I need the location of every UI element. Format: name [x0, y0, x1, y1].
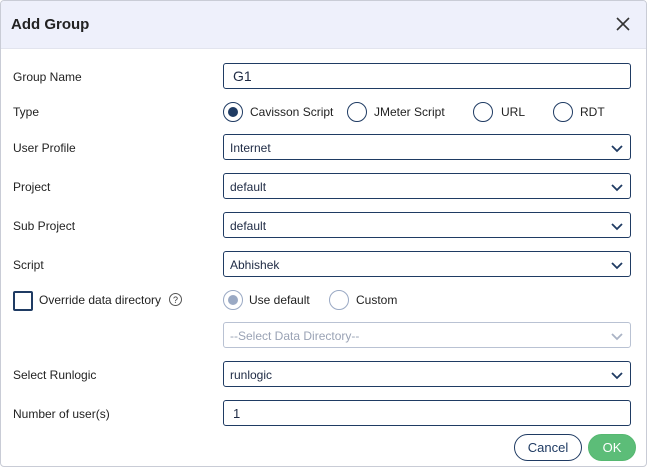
project-label: Project	[13, 180, 51, 194]
sub-project-label: Sub Project	[13, 219, 76, 233]
data-directory-placeholder: --Select Data Directory--	[230, 329, 360, 343]
project-value: default	[230, 180, 267, 194]
use-default-radio[interactable]	[223, 290, 243, 310]
group-name-input[interactable]	[223, 63, 631, 89]
user-profile-select[interactable]: Internet	[223, 134, 631, 160]
project-select[interactable]: default	[223, 173, 631, 199]
type-option-cavisson-label: Cavisson Script	[250, 105, 334, 119]
chevron-down-icon	[611, 372, 623, 380]
type-option-jmeter-label: JMeter Script	[374, 105, 445, 119]
num-users-label: Number of user(s)	[13, 407, 110, 421]
group-name-label: Group Name	[13, 70, 82, 84]
type-radio-jmeter[interactable]	[347, 102, 367, 122]
dialog-header: Add Group	[1, 1, 646, 49]
sub-project-value: default	[230, 219, 267, 233]
add-group-dialog: Add Group Group Name Type Cavisson Scrip…	[0, 0, 647, 467]
user-profile-value: Internet	[230, 141, 271, 155]
cancel-button[interactable]: Cancel	[514, 434, 582, 461]
type-option-url-label: URL	[501, 105, 526, 119]
type-option-rdt-label: RDT	[580, 105, 605, 119]
use-default-label: Use default	[249, 293, 310, 307]
chevron-down-icon	[611, 262, 623, 270]
runlogic-value: runlogic	[230, 368, 273, 382]
override-radio-group: Use default Custom	[1, 290, 646, 312]
runlogic-select[interactable]: runlogic	[223, 361, 631, 387]
chevron-down-icon	[611, 184, 623, 192]
script-label: Script	[13, 258, 44, 272]
type-radio-rdt[interactable]	[553, 102, 573, 122]
chevron-down-icon	[611, 223, 623, 231]
type-radio-group: Cavisson Script JMeter Script URL RDT	[1, 102, 646, 124]
ok-button[interactable]: OK	[588, 434, 636, 461]
user-profile-label: User Profile	[13, 141, 76, 155]
data-directory-select[interactable]: --Select Data Directory--	[223, 322, 631, 348]
sub-project-select[interactable]: default	[223, 212, 631, 238]
script-value: Abhishek	[230, 258, 280, 272]
dialog-title: Add Group	[11, 16, 90, 33]
chevron-down-icon	[611, 333, 623, 341]
script-select[interactable]: Abhishek	[223, 251, 631, 277]
type-radio-cavisson[interactable]	[223, 102, 243, 122]
chevron-down-icon	[611, 145, 623, 153]
close-icon[interactable]	[612, 13, 634, 35]
type-radio-url[interactable]	[473, 102, 493, 122]
custom-radio[interactable]	[329, 290, 349, 310]
runlogic-label: Select Runlogic	[13, 368, 97, 382]
custom-label: Custom	[356, 293, 398, 307]
num-users-input[interactable]	[223, 400, 631, 426]
